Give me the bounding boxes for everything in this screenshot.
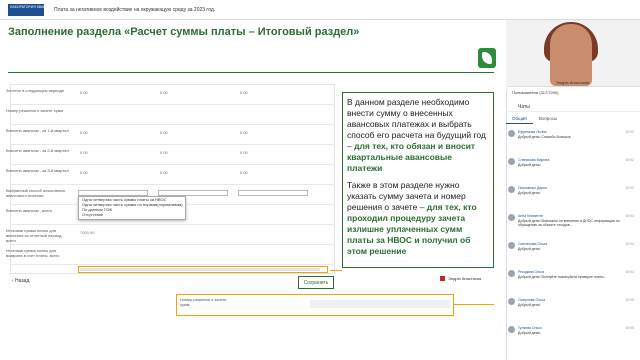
form-cell[interactable]: 0.00 bbox=[160, 90, 168, 95]
avatar bbox=[508, 270, 515, 277]
calc-method-select[interactable] bbox=[238, 190, 308, 196]
form-cell[interactable]: 0.00 bbox=[80, 150, 88, 155]
scrollbar-thumb[interactable] bbox=[80, 268, 320, 271]
chats-header[interactable]: Чаты bbox=[506, 102, 640, 112]
message-text: Добрый день! Спасибо большое bbox=[518, 134, 571, 139]
slide-title: Заполнение раздела «Расчет суммы платы –… bbox=[8, 26, 360, 38]
arrow-connector bbox=[454, 304, 494, 305]
speaker-face bbox=[550, 24, 592, 86]
form-row-label: Итоговая сумма платы для возврата в счет… bbox=[6, 248, 60, 258]
form-row-label: Внесено авансом - всего bbox=[6, 208, 53, 213]
form-row-label: Выбранный способ исчисления авансового п… bbox=[6, 188, 65, 198]
message-text: Добрый день! bbox=[518, 246, 541, 251]
avatar bbox=[508, 130, 515, 137]
app-logo: ЛАБОРАТОРИЯ КВАНТУМ bbox=[8, 3, 44, 16]
message-time: 10:02 bbox=[625, 186, 634, 190]
message-time: 10:05 bbox=[625, 326, 634, 330]
document-title: Плата за негативное воздействие на окруж… bbox=[54, 6, 216, 13]
chat-message: Пахоменко Дарья Добрый день! 10:02 bbox=[508, 186, 636, 195]
form-row-label: Номер решения о зачете сумм bbox=[6, 108, 64, 113]
chat-message: Анна Клименте Добрый день! Возможно ли вн… bbox=[508, 214, 636, 228]
message-text: Добрый день! bbox=[518, 330, 541, 335]
chat-message: Смоленова Ольга Добрый день! 10:04 bbox=[508, 242, 636, 251]
form-cell[interactable]: 0.00 bbox=[240, 170, 248, 175]
message-time: 10:05 bbox=[625, 298, 634, 302]
calc-method-dropdown[interactable]: Одна четвертая часть суммы платы за НВОС… bbox=[78, 196, 186, 220]
chat-tabs: Общий Вопросы bbox=[506, 114, 640, 124]
message-text: Добрый день! bbox=[518, 190, 541, 195]
chat-message: Гуляевя Ольга Добрый день! 10:05 bbox=[508, 326, 636, 335]
form-row-label: Внесено авансом - за 3-й квартал bbox=[6, 168, 69, 173]
avatar bbox=[508, 158, 515, 165]
info-paragraph-2: Также в этом разделе нужно указать сумму… bbox=[347, 180, 477, 256]
message-time: 10:04 bbox=[625, 270, 634, 274]
chat-message: Рекодина Ольга Добрый день! Волнуйте пожа… bbox=[508, 270, 636, 279]
info-paragraph-1: В данном разделе необходимо внести сумму… bbox=[347, 97, 486, 173]
form-cell[interactable]: 7000.00 bbox=[80, 230, 94, 235]
form-cell[interactable]: 0.00 bbox=[80, 90, 88, 95]
message-text: Добрый день! bbox=[518, 162, 541, 167]
form-cell[interactable]: 0.00 bbox=[160, 130, 168, 135]
back-button[interactable]: ‹ Назад bbox=[12, 278, 48, 288]
slide-divider bbox=[8, 72, 494, 73]
form-row-divider bbox=[10, 104, 335, 105]
form-row-divider bbox=[10, 264, 335, 265]
message-text: Добрый день! Волнуйте пожалуйста проверк… bbox=[518, 274, 607, 279]
form-cell[interactable]: 0.00 bbox=[240, 150, 248, 155]
message-time: 10:02 bbox=[625, 130, 634, 134]
form-row-divider bbox=[10, 244, 335, 245]
avatar bbox=[508, 186, 515, 193]
users-count[interactable]: Пользователи (317/7200) bbox=[508, 86, 640, 96]
form-cell[interactable]: 0.00 bbox=[160, 150, 168, 155]
avatar bbox=[508, 214, 515, 221]
message-time: 10:03 bbox=[625, 214, 634, 218]
message-text: Добрый день! Возможно ли внесение в ДНОС… bbox=[518, 218, 620, 228]
decision-number-input[interactable] bbox=[310, 300, 450, 308]
chat-message: Смирнова Ольга Добрый день! 10:05 bbox=[508, 298, 636, 307]
form-row-label: Внесено авансом - за 1-й квартал bbox=[6, 128, 69, 133]
form-row-label: Внесено авансом - за 2-й квартал bbox=[6, 148, 69, 153]
avatar bbox=[508, 298, 515, 305]
speaker-tag: Эндрю Анастасия bbox=[440, 276, 481, 281]
form-cell[interactable]: 0.00 bbox=[160, 170, 168, 175]
avatar bbox=[508, 242, 515, 249]
chat-message: Слепикова Марина Добрый день! 10:02 bbox=[508, 158, 636, 167]
form-row-divider bbox=[10, 184, 335, 185]
message-text: Добрый день! bbox=[518, 302, 541, 307]
form-cell[interactable]: 0.00 bbox=[80, 130, 88, 135]
form-row-divider bbox=[10, 164, 335, 165]
arrow-connector bbox=[330, 270, 342, 271]
save-button[interactable]: Сохранить bbox=[298, 276, 334, 289]
video-speaker-name: Эндрю Анастасия bbox=[556, 80, 590, 85]
message-time: 10:04 bbox=[625, 242, 634, 246]
slide-logo-icon bbox=[478, 48, 496, 68]
form-row-divider bbox=[10, 124, 335, 125]
avatar bbox=[508, 326, 515, 333]
tab-questions[interactable]: Вопросы bbox=[533, 114, 563, 124]
dropdown-option[interactable]: Отсутствие bbox=[79, 212, 185, 217]
form-cell[interactable]: 0.00 bbox=[80, 170, 88, 175]
form-row-label: Итоговая сумма платы для внесения за отч… bbox=[6, 228, 63, 243]
decision-number-label: Номер решения о зачете сумм bbox=[180, 297, 227, 307]
top-bar: ЛАБОРАТОРИЯ КВАНТУМ Плата за негативное … bbox=[0, 0, 640, 20]
form-cell[interactable]: 0.00 bbox=[240, 130, 248, 135]
chat-message: Ефремова Лилия Добрый день! Спасибо больш… bbox=[508, 130, 636, 139]
info-callout: В данном разделе необходимо внести сумму… bbox=[342, 92, 494, 268]
form-row-label: Зачтено в следующем периоде bbox=[6, 88, 65, 93]
form-cell[interactable]: 0.00 bbox=[240, 90, 248, 95]
form-row-divider bbox=[10, 144, 335, 145]
form-row-divider bbox=[10, 224, 335, 225]
message-time: 10:02 bbox=[625, 158, 634, 162]
tab-general[interactable]: Общий bbox=[506, 114, 533, 124]
